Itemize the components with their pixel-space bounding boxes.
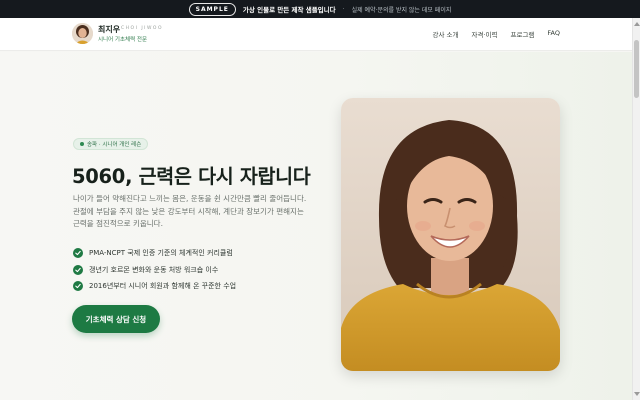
sample-badge: SAMPLE — [188, 2, 236, 16]
feature-list: PMA-NCPT 국제 인증 기준의 체계적인 커리큘럼 갱년기 호르몬 변화와… — [73, 245, 313, 295]
nav-link-faq[interactable]: FAQ — [547, 29, 560, 39]
feature-item: 갱년기 호르몬 변화와 운동 처방 워크숍 이수 — [73, 262, 313, 279]
feature-item: 2016년부터 시니어 회원과 함께해 온 꾸준한 수업 — [73, 278, 313, 295]
brand-name[interactable]: 최지우 — [98, 24, 120, 35]
location-tag: 송파 · 시니어 개인 레슨 — [73, 138, 149, 150]
feature-text: PMA-NCPT 국제 인증 기준의 체계적인 커리큘럼 — [89, 249, 233, 258]
avatar[interactable] — [72, 23, 93, 44]
site-header: 최지우 CHOI JIWOO 시니어 기초체력 전문 강사 소개 자격·이력 프… — [0, 18, 632, 51]
brand-subtitle: 시니어 기초체력 전문 — [98, 37, 148, 43]
nav-link-about[interactable]: 강사 소개 — [432, 29, 458, 39]
hero-headline: 5060, 근력은 다시 자랍니다 — [72, 165, 311, 188]
brand-roman-name: CHOI JIWOO — [121, 26, 164, 31]
banner-disclaimer: 실제 예약·문의를 받지 않는 데모 페이지 — [351, 6, 452, 14]
tag-label: 송파 · 시니어 개인 레슨 — [87, 142, 142, 148]
check-circle-icon — [73, 264, 83, 275]
feature-text: 2016년부터 시니어 회원과 함께해 온 꾸준한 수업 — [89, 282, 237, 291]
check-circle-icon — [73, 248, 83, 259]
nav-link-programs[interactable]: 프로그램 — [510, 29, 534, 39]
instructor-portrait-photo — [341, 98, 560, 371]
page-scrollbar[interactable] — [632, 18, 640, 400]
banner-separator: · — [342, 5, 345, 13]
hero-description: 나이가 들어 약해진다고 느끼는 몸은, 운동을 쉰 시간만큼 빨리 줄어듭니다… — [73, 194, 307, 228]
feature-text: 갱년기 호르몬 변화와 운동 처방 워크숍 이수 — [89, 265, 219, 274]
scroll-up-arrow-icon[interactable] — [634, 22, 640, 26]
check-circle-icon — [73, 281, 83, 292]
banner-notice: 가상 인물로 만든 제작 샘플입니다 — [242, 6, 336, 14]
tag-dot-icon — [80, 142, 84, 146]
scrollbar-thumb[interactable] — [634, 40, 639, 98]
scroll-down-arrow-icon[interactable] — [634, 392, 640, 396]
feature-item: PMA-NCPT 국제 인증 기준의 체계적인 커리큘럼 — [73, 245, 313, 262]
consultation-cta-button[interactable]: 기초체력 상담 신청 — [72, 305, 160, 333]
main-nav: 강사 소개 자격·이력 프로그램 FAQ — [432, 29, 560, 39]
demo-banner: SAMPLE 가상 인물로 만든 제작 샘플입니다 · 실제 예약·문의를 받지… — [0, 0, 640, 18]
nav-link-credentials[interactable]: 자격·이력 — [471, 29, 497, 39]
